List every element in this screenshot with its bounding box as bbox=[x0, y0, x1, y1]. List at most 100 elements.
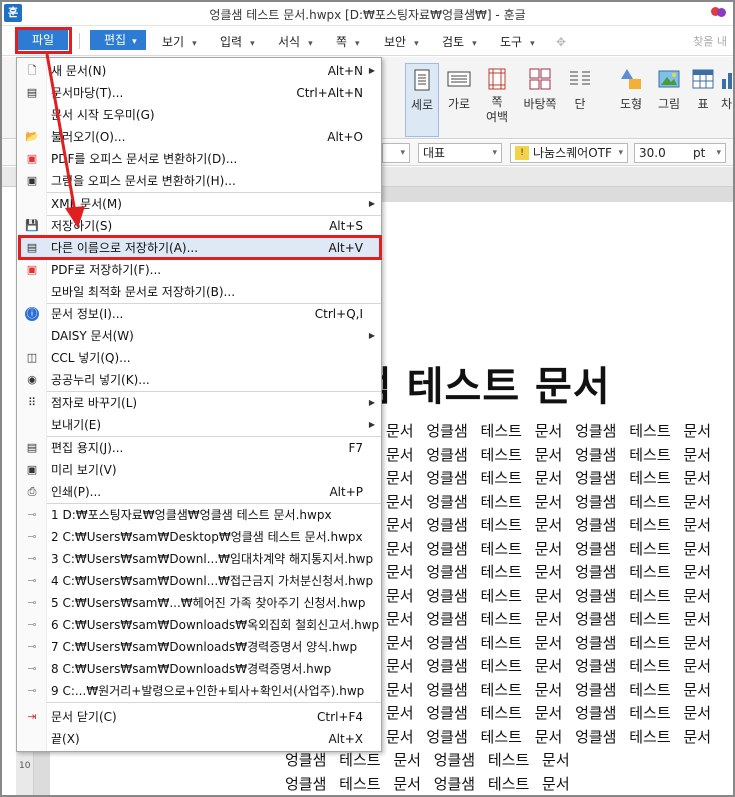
find-label[interactable]: 찾을 내 bbox=[693, 33, 727, 49]
file-menu-item[interactable]: ◉ 공공누리 넣기(K)... bbox=[17, 369, 381, 391]
file-menu-item[interactable]: ▣ PDF로 저장하기(F)... bbox=[17, 259, 381, 281]
file-menu-item[interactable]: 🗋 새 문서(N) Alt+N ▶ bbox=[17, 60, 381, 82]
menu-edit-label: 편집 bbox=[104, 33, 127, 47]
ribbon-columns-button[interactable]: 단 bbox=[566, 63, 594, 112]
ribbon-margin-button[interactable]: 쪽 여백 bbox=[480, 63, 514, 125]
portrait-page-icon bbox=[414, 69, 430, 91]
ribbon-chart-button[interactable]: 차 bbox=[720, 63, 733, 112]
document-body-line: 문서 엉클샘 테스트 문서 엉클샘 테스트 문서 bbox=[386, 727, 712, 746]
table-icon bbox=[692, 69, 714, 89]
document-title: 샘 테스트 문서 bbox=[354, 364, 611, 410]
file-menu-item[interactable]: ⊸ 1 D:₩포스팅자료₩엉클샘₩엉클샘 테스트 문서.hwpx bbox=[17, 504, 381, 526]
file-menu-item[interactable]: ▤ 편집 용지(J)... F7 bbox=[17, 437, 381, 459]
menu-insert-label: 입력 bbox=[220, 35, 243, 49]
chevron-down-icon: ▾ bbox=[530, 39, 535, 49]
file-menu-item[interactable]: 문서 시작 도우미(G) bbox=[17, 104, 381, 126]
font-size-field[interactable]: 30.0 pt ▾ bbox=[634, 143, 726, 163]
chevron-down-icon: ▾ bbox=[250, 39, 255, 49]
ribbon-landscape-button[interactable]: 가로 bbox=[442, 63, 476, 112]
ribbon-portrait-button[interactable]: 세로 bbox=[405, 63, 439, 137]
file-menu-item-label: 미리 보기(V) bbox=[51, 463, 117, 477]
file-menu-item[interactable]: ▣ 미리 보기(V) bbox=[17, 459, 381, 481]
file-menu-item[interactable]: 💾 저장하기(S) Alt+S bbox=[17, 215, 381, 237]
file-menu-item[interactable]: ▣ 그림을 오피스 문서로 변환하기(H)... bbox=[17, 170, 381, 192]
file-menu-item[interactable]: ⓘ 문서 정보(I)... Ctrl+Q,I bbox=[17, 303, 381, 325]
ccl-icon: ◫ bbox=[26, 351, 38, 364]
chevron-down-icon: ▾ bbox=[492, 148, 497, 158]
file-menu-item[interactable]: ⊸ 2 C:₩Users₩sam₩Desktop₩엉클샘 테스트 문서.hwpx bbox=[17, 526, 381, 548]
menu-tools-label: 도구 bbox=[500, 35, 523, 49]
file-menu-item-label: 9 C:...₩원거리+발령으로+인한+퇴사+확인서(사업주).hwp bbox=[51, 684, 365, 698]
file-menu-item[interactable]: ▣ PDF를 오피스 문서로 변환하기(D)... bbox=[17, 148, 381, 170]
file-menu-item[interactable]: ⊸ 4 C:₩Users₩sam₩Downl...₩접근금지 가처분신청서.hwp bbox=[17, 570, 381, 592]
ribbon-master-page-button[interactable]: 바탕쪽 bbox=[520, 63, 560, 112]
file-menu-item-label: PDF를 오피스 문서로 변환하기(D)... bbox=[51, 152, 238, 166]
ribbon-table-label: 표 bbox=[697, 97, 709, 111]
file-menu-item-label: 1 D:₩포스팅자료₩엉클샘₩엉클샘 테스트 문서.hwpx bbox=[51, 508, 332, 522]
pin-icon: ⊸ bbox=[27, 684, 37, 697]
file-menu-item[interactable]: 📂 불러오기(O)... Alt+O bbox=[17, 126, 381, 148]
file-menu-item[interactable]: ⊸ 7 C:₩Users₩sam₩Downloads₩경력증명서 양식.hwp bbox=[17, 636, 381, 658]
page-setup-icon: ▤ bbox=[26, 441, 38, 454]
style-prev-dropdown[interactable]: ▾ bbox=[382, 143, 410, 163]
preview-icon: ▣ bbox=[26, 463, 38, 476]
file-menu-item[interactable]: ◫ CCL 넣기(Q)... bbox=[17, 347, 381, 369]
menu-view[interactable]: 보기 ▾ bbox=[162, 32, 197, 52]
braille-icon: ⠿ bbox=[27, 396, 37, 409]
pin-icon: ⊸ bbox=[27, 508, 37, 521]
file-menu-item-label: DAISY 문서(W) bbox=[51, 329, 134, 343]
file-menu-item[interactable]: ⊸ 3 C:₩Users₩sam₩Downl...₩임대차계약 해지통지서.hwp bbox=[17, 548, 381, 570]
file-menu-item-shortcut: Alt+P bbox=[329, 485, 363, 499]
file-menu-item[interactable]: 끝(X) Alt+X bbox=[17, 728, 381, 750]
file-menu-item[interactable]: 모바일 최적화 문서로 저장하기(B)... bbox=[17, 281, 381, 303]
file-menu-item-label: 문서 정보(I)... bbox=[51, 307, 124, 321]
file-menu-item[interactable]: ▤ 문서마당(T)... Ctrl+Alt+N bbox=[17, 82, 381, 104]
file-menu-item-label: 문서 시작 도우미(G) bbox=[51, 108, 155, 122]
menu-review-label: 검토 bbox=[442, 35, 465, 49]
menu-page[interactable]: 쪽 ▾ bbox=[336, 32, 360, 52]
ribbon-picture-button[interactable]: 그림 bbox=[652, 63, 686, 112]
file-menu-item[interactable]: ⊸ 6 C:₩Users₩sam₩Downloads₩옥외집회 철회신고서.hwp bbox=[17, 614, 381, 636]
file-menu-item[interactable]: XML 문서(M) ▶ bbox=[17, 193, 381, 215]
file-menu-item[interactable]: ⎙ 인쇄(P)... Alt+P bbox=[17, 481, 381, 503]
file-menu-item[interactable]: ⊸ 8 C:₩Users₩sam₩Downloads₩경력증명서.hwp bbox=[17, 658, 381, 680]
document-body-line: 문서 엉클샘 테스트 문서 엉클샘 테스트 문서 bbox=[386, 445, 712, 464]
submenu-arrow-icon: ▶ bbox=[368, 66, 375, 75]
file-menu-item-shortcut: Alt+X bbox=[328, 732, 363, 746]
file-menu-item-label: 끝(X) bbox=[51, 732, 80, 746]
file-menu-item-label: 편집 용지(J)... bbox=[51, 441, 124, 455]
file-menu-highlight bbox=[15, 27, 72, 54]
pdf-save-icon: ▣ bbox=[26, 263, 38, 276]
paragraph-style-select[interactable]: 대표 ▾ bbox=[418, 143, 502, 163]
file-menu-item[interactable]: ⠿ 점자로 바꾸기(L) ▶ bbox=[17, 392, 381, 414]
print-icon: ⎙ bbox=[27, 485, 37, 498]
menu-edit[interactable]: 편집 ▾ bbox=[90, 30, 146, 50]
document-body-line: 문서 엉클샘 테스트 문서 엉클샘 테스트 문서 bbox=[386, 469, 712, 487]
account-icon[interactable] bbox=[711, 7, 727, 19]
file-menu-item[interactable]: DAISY 문서(W) ▶ bbox=[17, 325, 381, 347]
file-menu-item[interactable]: ⊸ 5 C:₩Users₩sam₩...₩헤어진 가족 찾아주기 신청서.hwp bbox=[17, 592, 381, 614]
menu-insert[interactable]: 입력 ▾ bbox=[220, 32, 255, 52]
page-margin-icon bbox=[488, 68, 506, 90]
vertical-ruler-number: 10 bbox=[19, 761, 31, 771]
menu-format[interactable]: 서식 ▾ bbox=[278, 32, 313, 52]
font-select[interactable]: ! 나눔스퀘어OTF ▾ bbox=[510, 143, 628, 163]
menu-tools[interactable]: 도구 ▾ bbox=[500, 32, 535, 52]
puzzle-icon[interactable]: ✥ bbox=[556, 32, 566, 52]
file-menu-item-label: 모바일 최적화 문서로 저장하기(B)... bbox=[51, 285, 236, 299]
new-document-icon: 🗋 bbox=[27, 64, 37, 77]
menu-security[interactable]: 보안 ▾ bbox=[384, 32, 419, 52]
close-document-icon: ⇥ bbox=[27, 710, 37, 723]
app-window: 훈 엉클샘 테스트 문서.hwpx [D:₩포스팅자료₩엉클샘₩] - 훈글 파… bbox=[0, 0, 735, 797]
file-menu-item[interactable]: ⊸ 9 C:...₩원거리+발령으로+인한+퇴사+확인서(사업주).hwp bbox=[17, 680, 381, 702]
ribbon-table-button[interactable]: 표 bbox=[690, 63, 716, 112]
save-icon: 💾 bbox=[25, 219, 39, 232]
ribbon-shape-button[interactable]: 도형 bbox=[614, 63, 648, 112]
menu-review[interactable]: 검토 ▾ bbox=[442, 32, 477, 52]
menu-format-label: 서식 bbox=[278, 35, 301, 49]
save-as-highlight bbox=[18, 235, 382, 260]
file-menu-item[interactable]: ⇥ 문서 닫기(C) Ctrl+F4 bbox=[17, 706, 381, 728]
file-menu-item-shortcut: Ctrl+F4 bbox=[317, 710, 363, 724]
file-menu-item[interactable]: 보내기(E) ▶ bbox=[17, 414, 381, 436]
ribbon-picture-label: 그림 bbox=[657, 97, 681, 111]
